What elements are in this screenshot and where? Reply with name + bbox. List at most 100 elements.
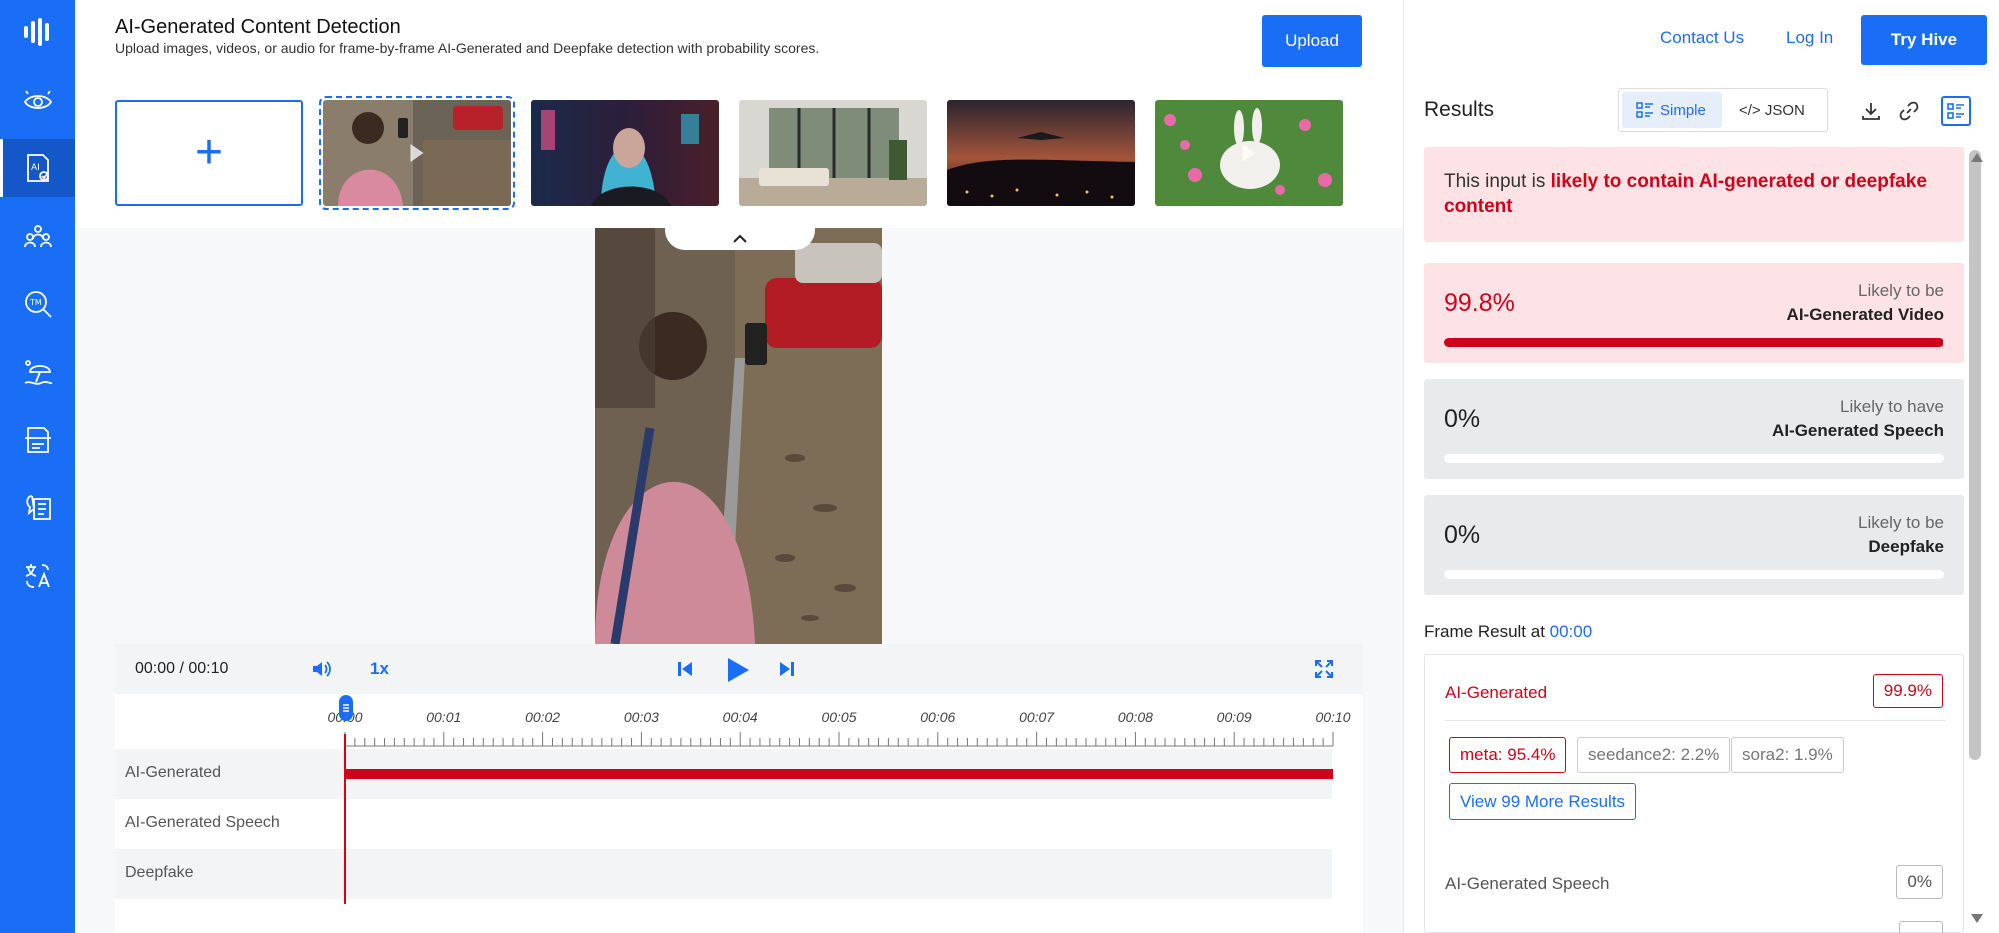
page-title: AI-Generated Content Detection bbox=[115, 16, 401, 38]
timeline-tick-label: 00:05 bbox=[821, 709, 856, 725]
score-percent: 0% bbox=[1444, 521, 1481, 549]
add-media-button[interactable]: + bbox=[115, 100, 303, 206]
score-bar bbox=[1444, 454, 1944, 463]
track-label: Deepfake bbox=[125, 864, 194, 881]
play-overlay-icon bbox=[410, 144, 424, 162]
thumbnail-night-city bbox=[947, 100, 1135, 206]
document-scan-icon bbox=[24, 427, 51, 453]
frame-title-prefix: Frame Result at bbox=[1424, 622, 1550, 641]
score-fill bbox=[1444, 338, 1943, 347]
sidebar-item-people[interactable] bbox=[0, 207, 75, 265]
score-percent: 0% bbox=[1444, 405, 1481, 433]
sidebar-item-vision[interactable] bbox=[0, 73, 75, 131]
view-simple-option[interactable]: Simple bbox=[1622, 92, 1722, 128]
detail-view-button[interactable] bbox=[1941, 96, 1971, 126]
frame-ai-label: AI-Generated bbox=[1445, 683, 1548, 702]
beach-umbrella-icon bbox=[24, 360, 52, 385]
playback-speed-button[interactable]: 1x bbox=[370, 659, 389, 679]
media-thumbnail[interactable] bbox=[319, 96, 515, 210]
main-header: AI-Generated Content Detection Upload im… bbox=[75, 0, 1403, 228]
hive-logo[interactable] bbox=[23, 17, 53, 47]
fullscreen-icon[interactable] bbox=[1313, 658, 1335, 680]
next-badge-partial bbox=[1899, 921, 1943, 933]
video-frame-image bbox=[595, 228, 882, 644]
play-icon[interactable] bbox=[725, 656, 751, 684]
results-panel: Contact Us Log In Try Hive Results Simpl… bbox=[1403, 0, 1999, 933]
sidebar: AI TM bbox=[0, 0, 75, 933]
sidebar-item-document[interactable] bbox=[0, 411, 75, 469]
svg-text:TM: TM bbox=[29, 298, 42, 307]
translate-icon bbox=[25, 564, 50, 588]
results-title: Results bbox=[1424, 98, 1495, 121]
track-row-ai-generated: AI-Generated bbox=[115, 749, 1333, 799]
page-subtitle: Upload images, videos, or audio for fram… bbox=[115, 40, 820, 56]
thumbnail-living-room bbox=[739, 100, 927, 206]
score-category: AI-Generated Speech bbox=[1772, 421, 1944, 440]
score-bar bbox=[1444, 338, 1944, 347]
scroll-up-icon[interactable] bbox=[1971, 153, 1983, 162]
score-caption: Likely to be bbox=[1858, 513, 1944, 532]
timeline-tick-label: 00:09 bbox=[1217, 709, 1252, 725]
divider bbox=[1445, 720, 1945, 721]
svg-text:AI: AI bbox=[31, 163, 40, 173]
track-label: AI-Generated bbox=[125, 764, 222, 781]
timeline-tick-label: 00:10 bbox=[1315, 709, 1350, 725]
playhead-line bbox=[344, 734, 346, 904]
timeline-tick-label: 00:03 bbox=[624, 709, 659, 725]
sidebar-item-trademark[interactable]: TM bbox=[0, 275, 75, 333]
track-row-deepfake: Deepfake bbox=[115, 849, 1332, 899]
score-caption: Likely to have bbox=[1840, 397, 1944, 416]
detection-timeline[interactable]: 00:0000:0100:0200:0300:0400:0500:0600:07… bbox=[115, 694, 1363, 933]
contact-us-link[interactable]: Contact Us bbox=[1660, 28, 1744, 48]
view-simple-label: Simple bbox=[1660, 101, 1706, 119]
ai-generated-flag-bar bbox=[345, 769, 1333, 779]
view-json-option[interactable]: </> JSON bbox=[1739, 92, 1825, 128]
download-button[interactable] bbox=[1856, 96, 1886, 126]
player-controls: 00:00 / 00:10 1x bbox=[115, 644, 1363, 694]
timeline-tick-label: 00:06 bbox=[920, 709, 955, 725]
score-category: AI-Generated Video bbox=[1786, 305, 1944, 324]
sidebar-item-ai-detect[interactable]: AI bbox=[0, 139, 75, 197]
view-more-results-button[interactable]: View 99 More Results bbox=[1449, 783, 1637, 820]
score-caption: Likely to be bbox=[1858, 281, 1944, 300]
score-category: Deepfake bbox=[1868, 537, 1944, 556]
link-icon bbox=[1899, 101, 1919, 121]
plus-icon: + bbox=[194, 126, 224, 179]
collapse-thumbnails-button[interactable] bbox=[665, 228, 815, 250]
skip-next-icon[interactable] bbox=[777, 659, 797, 679]
frame-time: 00:00 bbox=[1549, 622, 1593, 641]
score-percent: 99.8% bbox=[1444, 289, 1515, 317]
eye-scan-icon bbox=[23, 90, 52, 109]
results-scrollbar[interactable] bbox=[1969, 150, 1981, 760]
share-link-button[interactable] bbox=[1894, 96, 1924, 126]
score-bar bbox=[1444, 570, 1944, 579]
sidebar-item-beach[interactable] bbox=[0, 343, 75, 401]
ai-detect-icon: AI bbox=[26, 154, 49, 182]
sidebar-item-translate[interactable] bbox=[0, 546, 75, 604]
skip-previous-icon[interactable] bbox=[675, 659, 695, 679]
timeline-tick-label: 00:07 bbox=[1019, 709, 1055, 725]
time-readout: 00:00 / 00:10 bbox=[135, 660, 229, 677]
frame-ai-score-badge: 99.9% bbox=[1872, 674, 1943, 708]
log-in-link[interactable]: Log In bbox=[1786, 28, 1833, 48]
timeline-tick-label: 00:02 bbox=[525, 709, 560, 725]
list-icon bbox=[1636, 102, 1653, 118]
media-thumbnail[interactable] bbox=[1155, 100, 1343, 206]
score-card-ai-video: 99.8% Likely to be AI-Generated Video bbox=[1424, 263, 1964, 363]
media-thumbnail[interactable] bbox=[531, 100, 719, 206]
sidebar-item-speech[interactable] bbox=[0, 478, 75, 536]
model-chip: seedance2: 2.2% bbox=[1577, 737, 1731, 773]
main-panel: AI-Generated Content Detection Upload im… bbox=[75, 0, 1403, 933]
volume-icon[interactable] bbox=[310, 658, 332, 680]
scroll-down-icon[interactable] bbox=[1971, 914, 1983, 923]
model-chip: sora2: 1.9% bbox=[1731, 737, 1844, 773]
media-thumbnail[interactable] bbox=[739, 100, 927, 206]
playhead-handle[interactable] bbox=[338, 694, 354, 722]
video-preview[interactable] bbox=[595, 228, 882, 644]
frame-result-title: Frame Result at 00:00 bbox=[1424, 622, 1592, 642]
try-hive-button[interactable]: Try Hive bbox=[1861, 15, 1987, 65]
detail-list-icon bbox=[1947, 103, 1964, 119]
media-thumbnail[interactable] bbox=[947, 100, 1135, 206]
upload-button[interactable]: Upload bbox=[1262, 15, 1362, 67]
timeline-tick-label: 00:08 bbox=[1118, 709, 1153, 725]
